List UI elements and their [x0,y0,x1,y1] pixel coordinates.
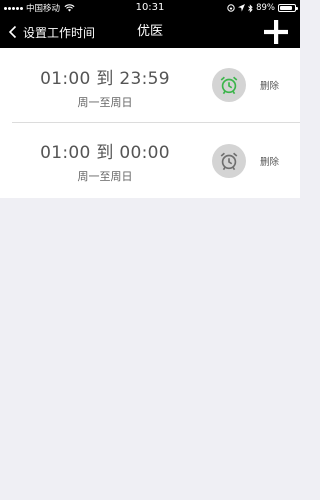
alarm-clock-icon [220,152,238,171]
battery-percent: 89% [256,3,275,13]
add-button[interactable] [262,18,290,46]
status-right: 89% [227,0,298,16]
schedule-row: 01:00 到 00:00 周一至周日 删除 [0,122,300,198]
location-icon [238,4,246,12]
nav-bar: 设置工作时间 优医 [0,16,300,48]
delete-button[interactable]: 删除 [260,154,279,168]
bluetooth-icon [248,3,253,13]
days-label: 周一至周日 [77,170,133,183]
back-label: 设置工作时间 [23,25,96,40]
alarm-toggle-button[interactable] [212,144,246,178]
alarm-clock-icon [220,76,238,95]
delete-button[interactable]: 删除 [260,78,279,92]
time-range: 01:00 到 23:59 [40,69,170,89]
battery-icon [278,4,298,12]
row-divider [12,122,300,123]
status-bar: 中国移动 10:31 89% [0,0,300,16]
back-button[interactable]: 设置工作时间 [8,16,95,48]
schedule-list: 01:00 到 23:59 周一至周日 删除 01:00 到 00:00 周一至… [0,48,300,198]
schedule-row: 01:00 到 23:59 周一至周日 删除 [0,48,300,122]
alarm-toggle-button[interactable] [212,68,246,102]
orientation-lock-icon [227,4,235,12]
time-range: 01:00 到 00:00 [40,143,170,163]
days-label: 周一至周日 [77,96,133,109]
chevron-left-icon [8,25,17,39]
page-title: 优医 [136,24,163,39]
